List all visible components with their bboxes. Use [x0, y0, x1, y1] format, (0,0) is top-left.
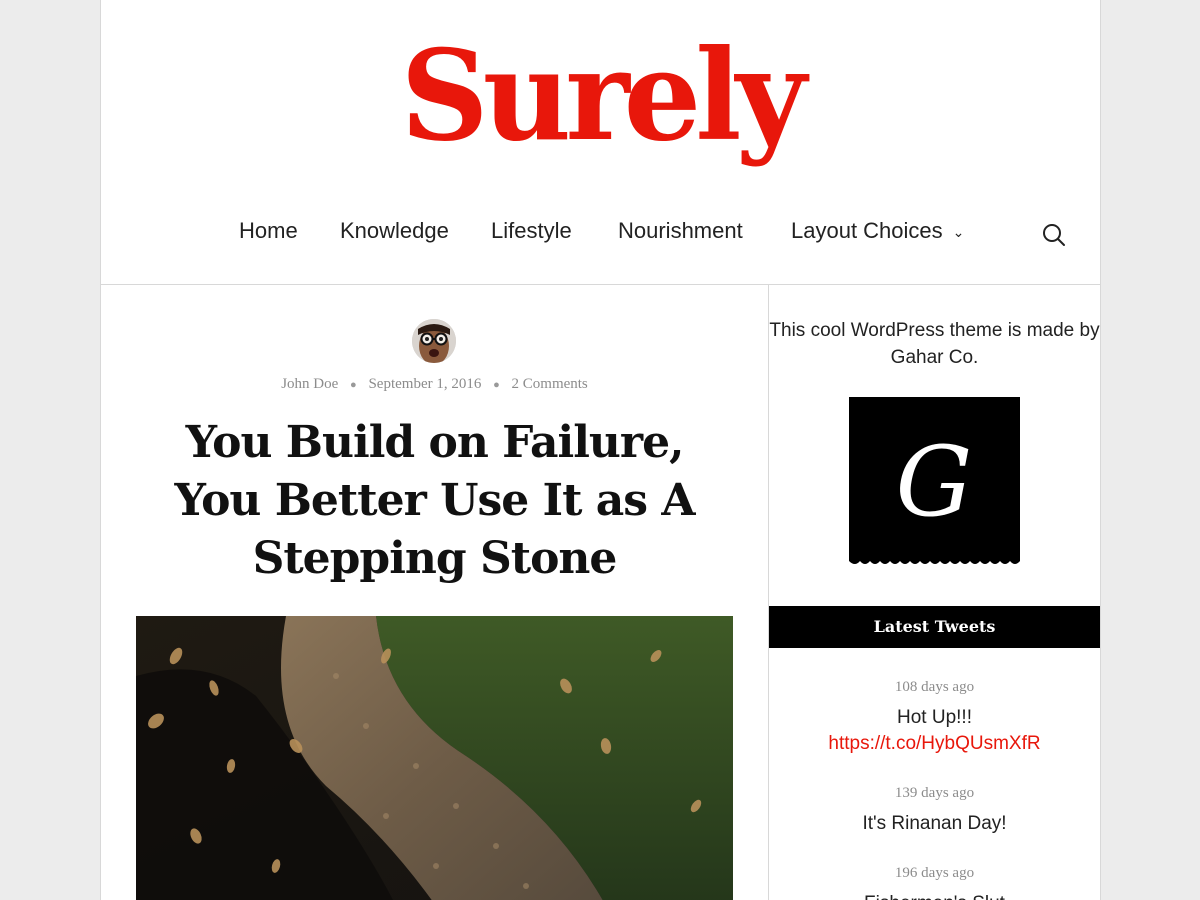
sidebar: This cool WordPress theme is made by Gah… [769, 284, 1100, 900]
tweet-item: 139 days ago It's Rinanan Day! [769, 783, 1100, 837]
about-widget-text: This cool WordPress theme is made by Gah… [769, 320, 1100, 368]
featured-image[interactable] [136, 616, 733, 900]
tweet-item: 196 days ago Fishermen's Slut [769, 863, 1100, 900]
author-avatar[interactable] [412, 319, 456, 363]
nav-item-lifestyle[interactable]: Lifestyle [491, 216, 572, 246]
tweet-item: 108 days ago Hot Up!!! https://t.co/HybQ… [769, 677, 1100, 757]
nav-item-home[interactable]: Home [239, 216, 298, 246]
gahar-logo[interactable]: G [849, 397, 1020, 571]
nav-item-layout-choices[interactable]: Layout Choices ⌄ [791, 216, 964, 248]
gahar-logo-letter: G [896, 426, 973, 538]
tweet-text: Hot Up!!! [897, 707, 972, 728]
nav-item-label: Layout Choices [791, 218, 943, 243]
post-title[interactable]: You Build on Failure, You Better Use It … [141, 414, 728, 588]
chevron-down-icon: ⌄ [952, 224, 965, 240]
tweet-time[interactable]: 139 days ago [769, 783, 1100, 803]
page-container: Surely Home Knowledge Lifestyle Nourishm… [100, 0, 1101, 900]
search-button[interactable] [1041, 222, 1067, 248]
nav-item-nourishment[interactable]: Nourishment [618, 216, 743, 246]
site-logo[interactable]: Surely [101, 8, 1100, 181]
search-icon [1043, 224, 1065, 246]
latest-tweets-title: Latest Tweets [769, 606, 1100, 648]
tweet-time[interactable]: 108 days ago [769, 677, 1100, 697]
post-author[interactable]: John Doe [281, 376, 338, 392]
meta-separator: ● [350, 379, 357, 391]
tweet-text: Fishermen's Slut [769, 891, 1100, 900]
post-meta: John Doe ● September 1, 2016 ● 2 Comment… [101, 376, 768, 393]
post-date[interactable]: September 1, 2016 [368, 376, 481, 392]
meta-separator: ● [493, 379, 500, 391]
tweet-link[interactable]: https://t.co/HybQUsmXfR [769, 731, 1100, 757]
nav-item-knowledge[interactable]: Knowledge [340, 216, 449, 246]
post-comments[interactable]: 2 Comments [512, 376, 588, 392]
tweet-time[interactable]: 196 days ago [769, 863, 1100, 883]
main-navigation: Home Knowledge Lifestyle Nourishment Lay… [101, 216, 1100, 250]
tweet-text: It's Rinanan Day! [862, 813, 1007, 834]
